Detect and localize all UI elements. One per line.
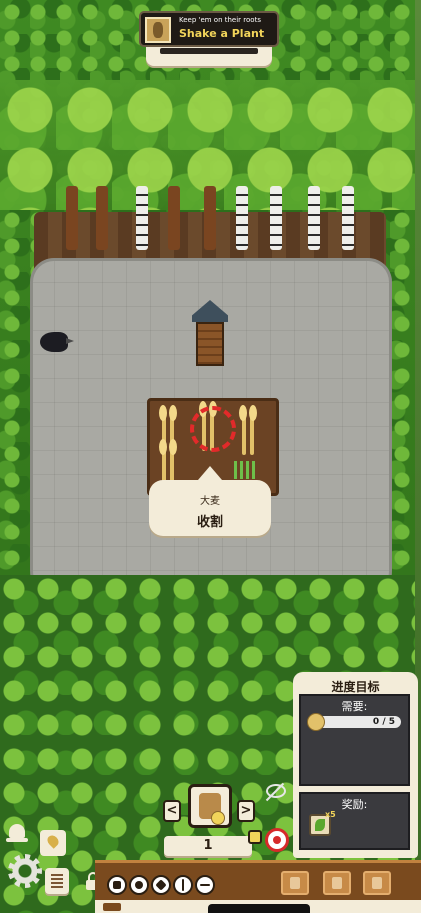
progress-goal-panel: 进度目标 需要: 0 / 5 奖励: x5	[293, 672, 418, 858]
progress-count: 0 / 5	[372, 717, 395, 727]
coin-badge-icon	[211, 811, 225, 825]
harvest-action[interactable]: 收割	[149, 511, 271, 530]
crow-sprite[interactable]	[40, 332, 74, 352]
coin-icon	[248, 830, 262, 844]
quest-tab[interactable]	[146, 44, 272, 66]
requirement-box: 需要: 0 / 5	[299, 694, 410, 786]
quest-plant-icon	[145, 17, 171, 43]
hide-eye-icon[interactable]	[264, 782, 288, 802]
barley-icon	[307, 713, 325, 731]
hoe-icon[interactable]	[129, 875, 149, 895]
target-icon[interactable]	[265, 828, 289, 852]
move-icon[interactable]	[173, 875, 193, 895]
character-icon[interactable]	[323, 871, 351, 895]
wooden-shrine[interactable]	[192, 300, 228, 366]
crop-tooltip[interactable]: 大麦 收割	[149, 466, 271, 536]
next-tool-button[interactable]: >	[237, 800, 255, 822]
reward-label: 奖励:	[341, 798, 368, 811]
crop-name: 大麦	[200, 496, 220, 507]
reward-box: 奖励: x5	[299, 792, 410, 850]
quest-subtitle: Keep 'em on their roots	[179, 16, 261, 24]
gear-icon[interactable]	[8, 854, 42, 888]
home-indicator	[208, 904, 310, 913]
quest-banner[interactable]: Keep 'em on their roots Shake a Plant	[139, 11, 279, 47]
previous-tool-button[interactable]: <	[163, 800, 181, 822]
progress-bar: 0 / 5	[307, 713, 401, 731]
tool-icon-row	[107, 875, 215, 895]
requirement-label: 需要:	[341, 700, 368, 713]
scroll-icon[interactable]	[45, 868, 69, 894]
chest-icon[interactable]	[363, 871, 391, 895]
map-icon[interactable]	[281, 871, 309, 895]
bottom-toolbar	[95, 860, 421, 900]
scythe-icon[interactable]	[151, 875, 171, 895]
axe-icon[interactable]	[107, 875, 127, 895]
item-count: 1	[164, 836, 252, 856]
tree-trunks	[52, 186, 372, 254]
panel-title: 进度目标	[331, 680, 380, 694]
bell-icon[interactable]	[6, 822, 28, 844]
reward-multiplier: x5	[325, 810, 336, 819]
pin-icon[interactable]	[40, 830, 66, 856]
selection-ring	[190, 406, 236, 452]
watering-icon[interactable]	[195, 875, 215, 895]
quest-title: Shake a Plant	[179, 27, 265, 40]
selected-tool-slot[interactable]	[188, 784, 232, 828]
